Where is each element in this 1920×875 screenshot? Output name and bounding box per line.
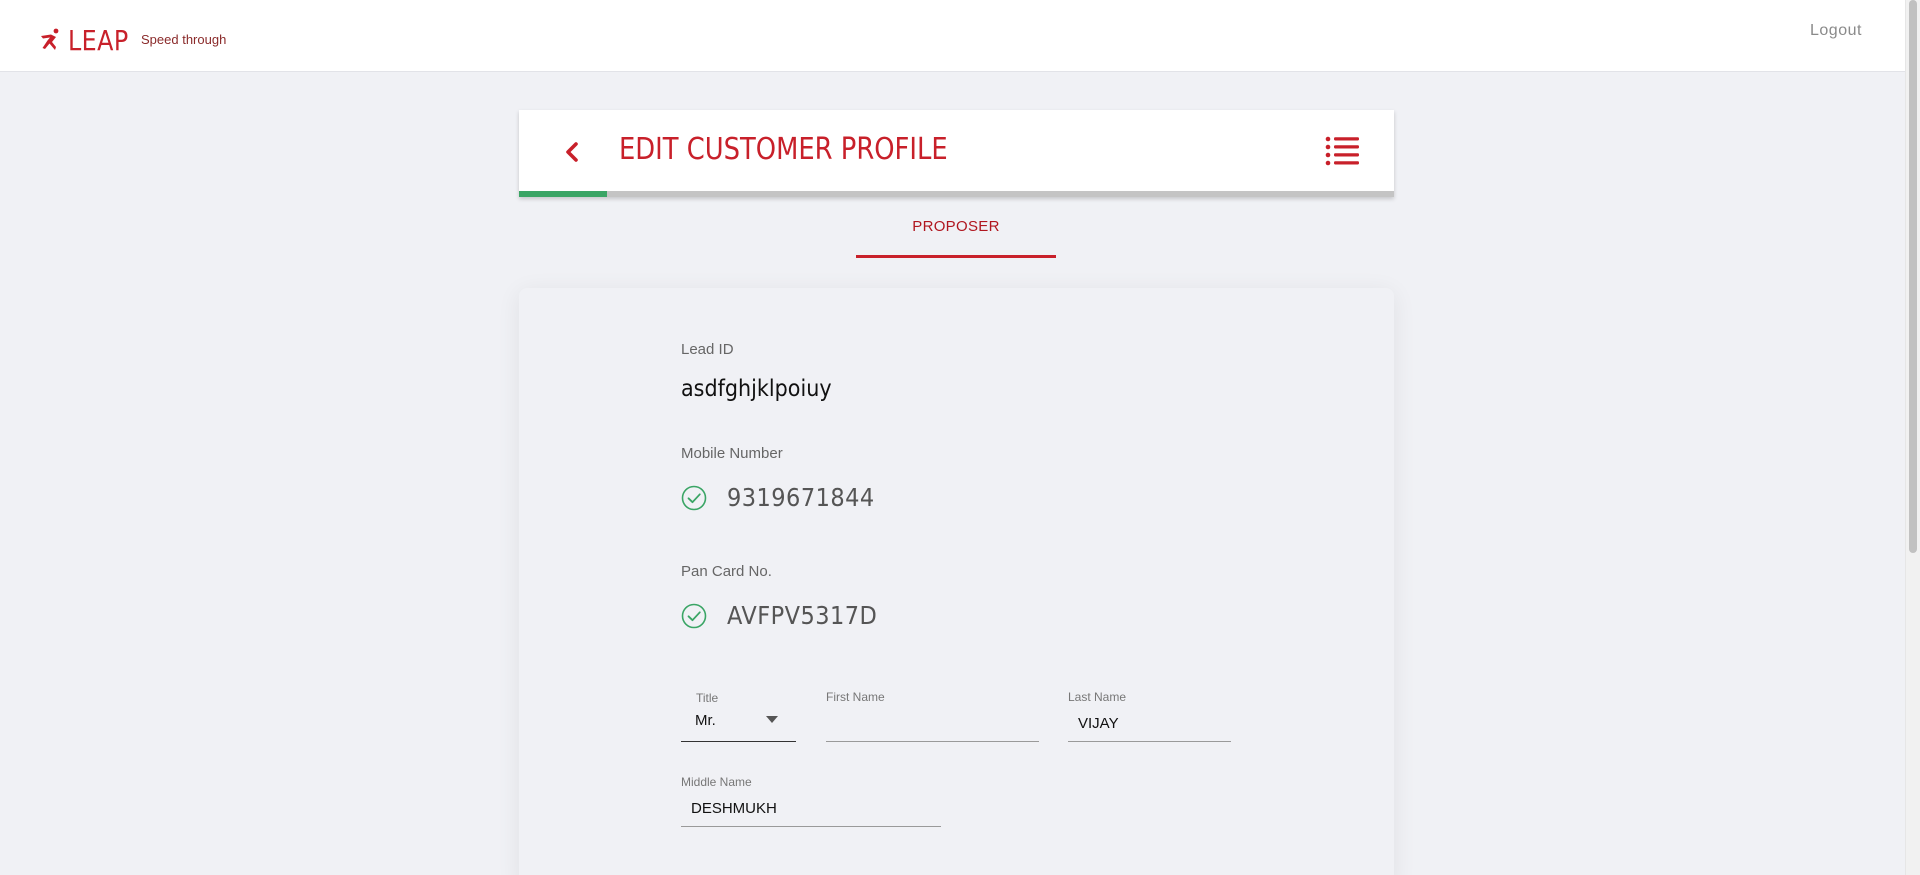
pan-card-label: Pan Card No. [681,563,772,580]
page-header-card: EDIT CUSTOMER PROFILE [519,110,1394,197]
brand-logo[interactable]: LEAP [38,23,134,57]
logout-link[interactable]: Logout [1810,22,1862,40]
caret-down-icon [766,716,778,723]
lead-id-value: asdfghjklpoiuy [681,376,832,402]
profile-progress-fill [519,191,607,197]
pan-card-value: AVFPV5317D [727,601,878,630]
mobile-number-row: 9319671844 [681,483,891,512]
brand-name: LEAP [68,23,129,57]
page-title: EDIT CUSTOMER PROFILE [619,132,948,167]
middle-name-label: Middle Name [681,775,752,789]
profile-progress-bar [519,191,1394,197]
title-value: Mr. [695,712,716,729]
check-circle-icon [681,485,707,510]
title-field: Title Mr. [681,683,796,742]
middle-name-field: Middle Name [681,768,941,827]
runner-icon [41,28,59,50]
chevron-left-icon[interactable] [559,134,585,170]
first-name-label: First Name [826,690,885,704]
top-bar: LEAP Speed through Logout [0,0,1905,72]
tab-proposer[interactable]: PROPOSER [856,210,1056,258]
first-name-field: First Name [826,683,1039,742]
brand-tagline: Speed through [141,32,227,47]
list-menu-icon[interactable] [1325,134,1361,168]
title-select[interactable]: Title Mr. [681,683,796,742]
active-tab-indicator [856,255,1056,258]
lead-id-label: Lead ID [681,341,734,358]
tab-label: PROPOSER [912,218,1000,235]
last-name-label: Last Name [1068,690,1127,704]
last-name-field: Last Name [1068,683,1231,742]
mobile-number-value: 9319671844 [727,483,875,512]
pan-card-row: AVFPV5317D [681,601,894,630]
mobile-number-label: Mobile Number [681,445,783,462]
proposer-form-card: Lead ID asdfghjklpoiuy Mobile Number 931… [519,288,1394,875]
check-circle-icon [681,603,707,628]
page-scrollbar-thumb[interactable] [1909,0,1917,553]
title-label: Title [696,691,719,705]
